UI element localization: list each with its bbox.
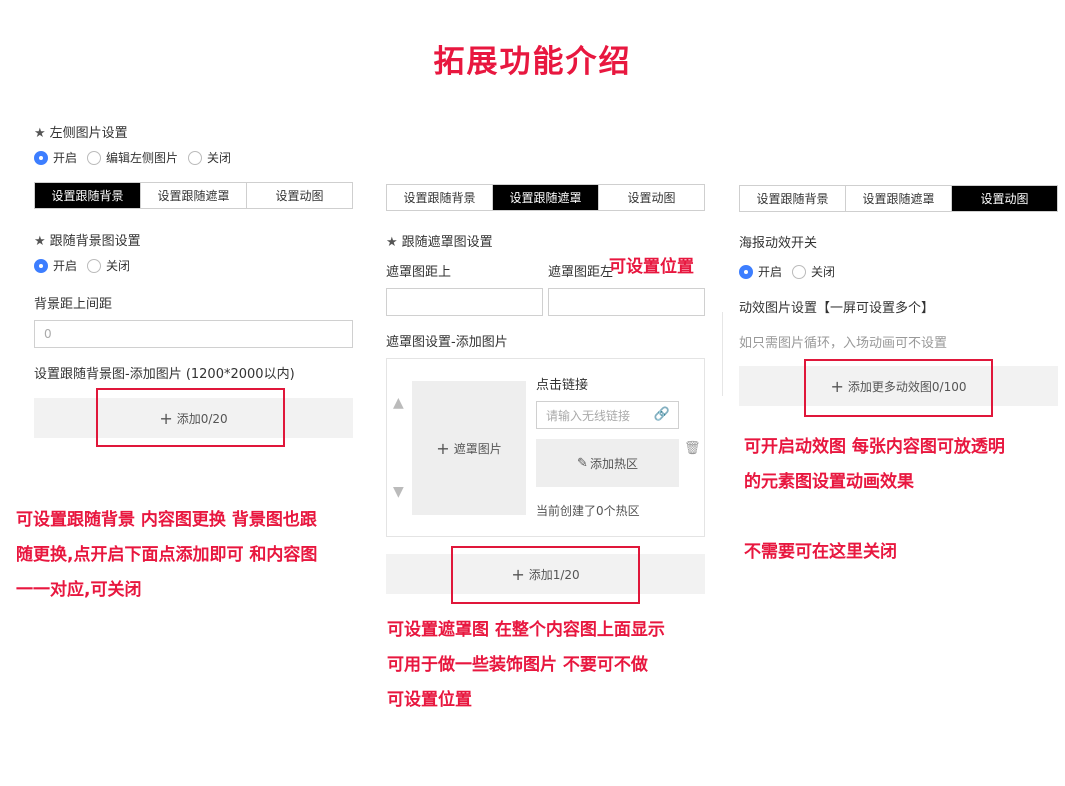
tab-bar: 设置跟随背景 设置跟随遮罩 设置动图 bbox=[386, 184, 705, 211]
link-icon: 🔗 bbox=[653, 407, 670, 422]
radio-label: 开启 bbox=[53, 151, 78, 165]
col3-note2: 不需要可在这里关闭 bbox=[744, 542, 897, 562]
radio-label: 编辑左侧图片 bbox=[106, 151, 179, 165]
radio-unchecked-icon bbox=[87, 258, 102, 273]
page-title: 拓展功能介绍 bbox=[433, 44, 632, 80]
radio-left-image-on[interactable]: 开启 bbox=[34, 149, 77, 166]
bg-heading-text: 跟随背景图设置 bbox=[49, 234, 141, 249]
star-icon: ★ bbox=[34, 234, 46, 249]
mask-image-upload[interactable]: + 遮罩图片 bbox=[412, 381, 526, 515]
anim-switch-label: 海报动效开关 bbox=[739, 236, 818, 251]
radio-unchecked-icon bbox=[792, 264, 807, 279]
bg-radio-group: 开启 关闭 bbox=[34, 257, 140, 274]
click-link-label: 点击链接 bbox=[536, 378, 589, 393]
col3-note-line: 可开启动效图 每张内容图可放透明 bbox=[744, 437, 1005, 457]
mask-top-input[interactable] bbox=[386, 288, 543, 316]
mask-image-placeholder: 遮罩图片 bbox=[453, 441, 502, 456]
star-icon: ★ bbox=[386, 235, 398, 250]
radio-left-image-off[interactable]: 关闭 bbox=[188, 149, 231, 166]
tab-bar: 设置跟随背景 设置跟随遮罩 设置动图 bbox=[34, 182, 353, 209]
bg-heading: ★ 跟随背景图设置 bbox=[34, 230, 141, 249]
highlight-frame bbox=[451, 546, 640, 604]
tab-follow-background[interactable]: 设置跟随背景 bbox=[387, 185, 493, 210]
mask-left-label: 遮罩图距左 bbox=[548, 265, 614, 280]
col1-note-line: 随更换,点开启下面点添加即可 和内容图 bbox=[16, 545, 318, 565]
tab-bar: 设置跟随背景 设置跟随遮罩 设置动图 bbox=[739, 185, 1058, 212]
tab-animation[interactable]: 设置动图 bbox=[952, 186, 1057, 211]
left-image-radio-group: 开启 编辑左侧图片 关闭 bbox=[34, 149, 241, 166]
radio-bg-off[interactable]: 关闭 bbox=[87, 257, 130, 274]
highlight-frame bbox=[96, 388, 285, 447]
radio-label: 关闭 bbox=[207, 151, 232, 165]
edit-icon: ✎ bbox=[577, 455, 588, 471]
position-note: 可设置位置 bbox=[609, 257, 694, 277]
col3-note: 可开启动效图 每张内容图可放透明 的元素图设置动画效果 bbox=[744, 430, 1005, 500]
radio-checked-icon bbox=[34, 258, 48, 273]
mask-top-label: 遮罩图距上 bbox=[386, 265, 452, 280]
tab-follow-mask[interactable]: 设置跟随遮罩 bbox=[493, 185, 599, 210]
col3-note-line: 的元素图设置动画效果 bbox=[744, 472, 914, 492]
highlight-frame bbox=[804, 359, 993, 417]
col1-note-line: 可设置跟随背景 内容图更换 背景图也跟 bbox=[16, 510, 317, 530]
move-down-icon[interactable]: ▼ bbox=[393, 484, 404, 500]
col2-note-line: 可设置遮罩图 在整个内容图上面显示 bbox=[387, 620, 665, 640]
col1-note-line: 一一对应,可关闭 bbox=[16, 580, 142, 600]
col2-note-line: 可用于做一些装饰图片 不要可不做 bbox=[387, 655, 648, 675]
radio-label: 开启 bbox=[758, 265, 783, 279]
link-input[interactable]: 请输入无线链接 🔗 bbox=[536, 401, 679, 429]
col1-note: 可设置跟随背景 内容图更换 背景图也跟 随更换,点开启下面点添加即可 和内容图 … bbox=[16, 503, 317, 608]
left-image-heading-text: 左侧图片设置 bbox=[49, 126, 128, 141]
radio-checked-icon bbox=[739, 264, 753, 279]
mask-heading-text: 跟随遮罩图设置 bbox=[401, 235, 493, 250]
tab-follow-background[interactable]: 设置跟随背景 bbox=[35, 183, 141, 208]
add-hotspot-button[interactable]: ✎ 添加热区 bbox=[536, 439, 679, 487]
tab-animation[interactable]: 设置动图 bbox=[599, 185, 704, 210]
bg-top-spacing-label: 背景距上间距 bbox=[34, 297, 113, 312]
tab-follow-mask[interactable]: 设置跟随遮罩 bbox=[141, 183, 247, 208]
plus-icon: + bbox=[436, 438, 450, 458]
mask-left-input[interactable] bbox=[548, 288, 705, 316]
hotspot-button-label: 添加热区 bbox=[589, 456, 638, 471]
tab-follow-mask[interactable]: 设置跟随遮罩 bbox=[846, 186, 952, 211]
tab-follow-background[interactable]: 设置跟随背景 bbox=[740, 186, 846, 211]
anim-radio-group: 开启 关闭 bbox=[739, 263, 845, 280]
radio-checked-icon bbox=[34, 150, 48, 165]
tab-animation[interactable]: 设置动图 bbox=[247, 183, 352, 208]
radio-unchecked-icon bbox=[188, 150, 203, 165]
bg-top-spacing-input[interactable]: 0 bbox=[34, 320, 353, 348]
anim-hint: 如只需图片循环，入场动画可不设置 bbox=[739, 336, 948, 351]
col2-note: 可设置遮罩图 在整个内容图上面显示 可用于做一些装饰图片 不要可不做 可设置位置 bbox=[387, 613, 665, 718]
radio-bg-on[interactable]: 开启 bbox=[34, 257, 77, 274]
radio-unchecked-icon bbox=[87, 150, 102, 165]
radio-label: 关闭 bbox=[106, 259, 131, 273]
radio-label: 关闭 bbox=[811, 265, 836, 279]
column-divider bbox=[722, 312, 723, 396]
left-image-heading: ★ 左侧图片设置 bbox=[34, 122, 128, 141]
bg-add-image-label: 设置跟随背景图-添加图片 (1200*2000以内) bbox=[34, 367, 295, 382]
trash-icon[interactable]: 🗑 bbox=[684, 441, 701, 456]
mask-heading: ★ 跟随遮罩图设置 bbox=[386, 231, 493, 250]
col2-note-line: 可设置位置 bbox=[387, 690, 472, 710]
mask-add-image-label: 遮罩图设置-添加图片 bbox=[386, 335, 508, 350]
anim-image-label: 动效图片设置【一屏可设置多个】 bbox=[739, 301, 935, 316]
radio-anim-on[interactable]: 开启 bbox=[739, 263, 782, 280]
link-placeholder: 请输入无线链接 bbox=[546, 408, 631, 423]
radio-left-image-edit[interactable]: 编辑左侧图片 bbox=[87, 149, 178, 166]
radio-anim-off[interactable]: 关闭 bbox=[792, 263, 835, 280]
hotspot-count: 当前创建了0个热区 bbox=[536, 504, 640, 518]
move-up-icon[interactable]: ▲ bbox=[393, 395, 404, 411]
star-icon: ★ bbox=[34, 126, 46, 141]
radio-label: 开启 bbox=[53, 259, 78, 273]
